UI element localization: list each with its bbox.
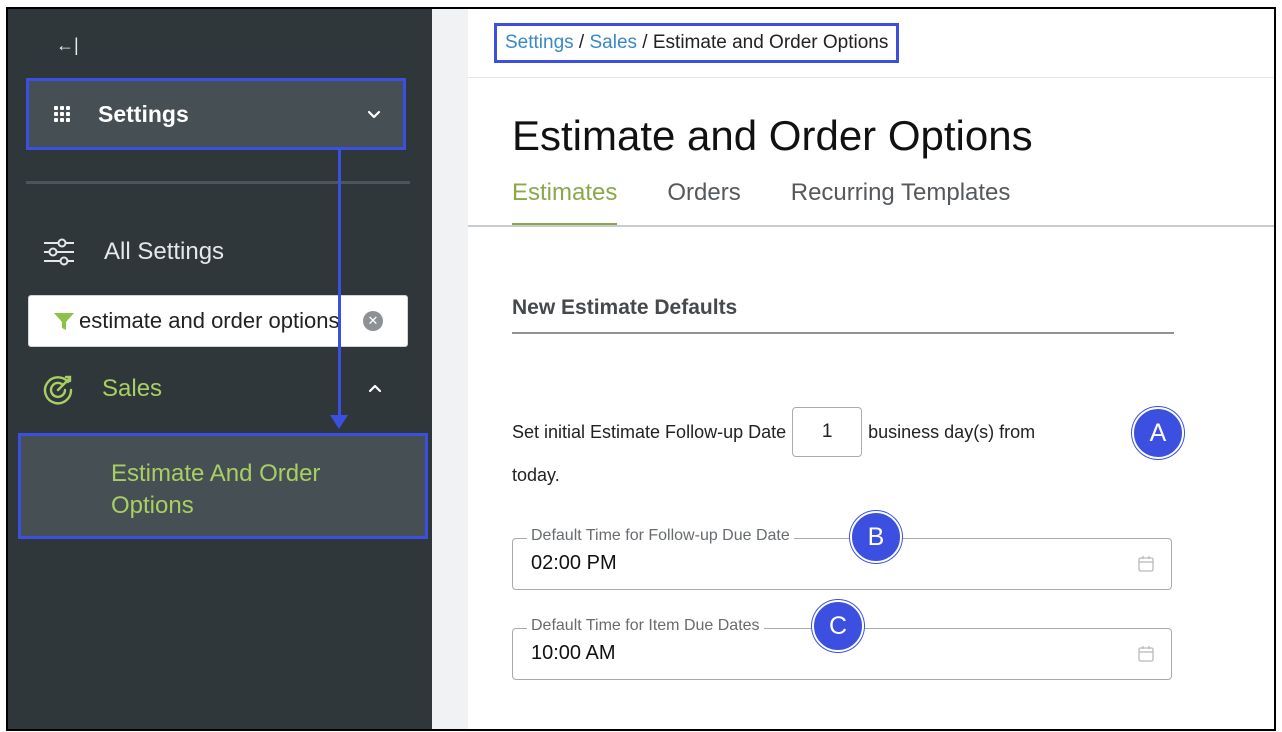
breadcrumb-current: Estimate and Order Options	[652, 32, 889, 53]
settings-filter-input[interactable]	[79, 308, 359, 334]
sidebar-item-label: Sales	[102, 375, 163, 402]
sidebar-item-sales[interactable]: Sales	[42, 373, 382, 405]
main-content: Settings / Sales / Estimate and Order Op…	[468, 9, 1274, 729]
settings-menu-title: Settings	[98, 100, 189, 127]
tab-orders[interactable]: Orders	[667, 179, 740, 227]
breadcrumb-link-settings[interactable]: Settings	[505, 32, 574, 53]
annotation-marker-c: C	[812, 600, 864, 652]
sales-target-icon	[43, 375, 73, 405]
collapse-left-icon[interactable]: ←|	[56, 35, 79, 56]
annotation-arrow-line	[338, 150, 341, 420]
followup-prefix: Set initial Estimate Follow-up Date	[512, 421, 787, 442]
followup-due-time-field[interactable]: Default Time for Follow-up Due Date 02:0…	[512, 527, 1172, 590]
content-gutter	[432, 9, 468, 729]
sidebar-item-estimate-and-order-options[interactable]: Estimate And Order Options	[18, 433, 428, 539]
sidebar-divider	[26, 181, 410, 184]
tab-bar: Estimates Orders Recurring Templates	[512, 179, 1060, 227]
filter-icon	[54, 313, 74, 330]
field-legend: Default Time for Item Due Dates	[527, 617, 764, 635]
breadcrumb: Settings / Sales / Estimate and Order Op…	[494, 23, 900, 63]
annotation-marker-b: B	[850, 511, 902, 563]
section-title: New Estimate Defaults	[512, 296, 738, 319]
chevron-up-icon[interactable]	[368, 382, 382, 396]
field-legend: Default Time for Follow-up Due Date	[527, 527, 794, 545]
annotation-marker-a: A	[1132, 407, 1184, 459]
tab-divider	[468, 225, 1274, 227]
followup-days-input[interactable]: 1	[792, 407, 863, 457]
settings-menu-header[interactable]: Settings	[26, 78, 406, 150]
sidebar-item-all-settings[interactable]: All Settings	[42, 237, 224, 267]
breadcrumb-separator: /	[573, 32, 590, 53]
page-title: Estimate and Order Options	[512, 112, 1033, 159]
calendar-icon[interactable]	[1137, 555, 1155, 573]
calendar-icon[interactable]	[1137, 645, 1155, 663]
section-divider	[512, 332, 1174, 334]
annotation-arrow-head	[330, 415, 348, 429]
breadcrumb-link-sales[interactable]: Sales	[590, 32, 638, 53]
followup-line2: today.	[512, 465, 560, 485]
followup-suffix: business day(s) from	[868, 421, 1036, 442]
breadcrumb-separator: /	[637, 32, 653, 53]
header-divider	[468, 77, 1274, 78]
grid-icon	[54, 106, 70, 122]
followup-setting: Set initial Estimate Follow-up Date 1 bu…	[512, 407, 1172, 486]
sliders-icon	[44, 238, 74, 266]
field-value: 02:00 PM	[531, 552, 617, 574]
tab-estimates[interactable]: Estimates	[512, 179, 618, 227]
app-window: ←| Settings All Settings estimate and or…	[6, 7, 1276, 731]
clear-filter-icon[interactable]: ✕	[363, 311, 383, 331]
sidebar-item-label: Estimate And Order Options	[111, 460, 321, 519]
tab-recurring-templates[interactable]: Recurring Templates	[791, 179, 1011, 227]
chevron-down-icon[interactable]	[367, 107, 381, 121]
settings-filter-field[interactable]: ✕	[28, 295, 408, 347]
sidebar: ←| Settings All Settings estimate and or…	[8, 9, 432, 729]
sidebar-item-label: All Settings	[104, 238, 225, 265]
field-value: 10:00 AM	[531, 642, 616, 664]
